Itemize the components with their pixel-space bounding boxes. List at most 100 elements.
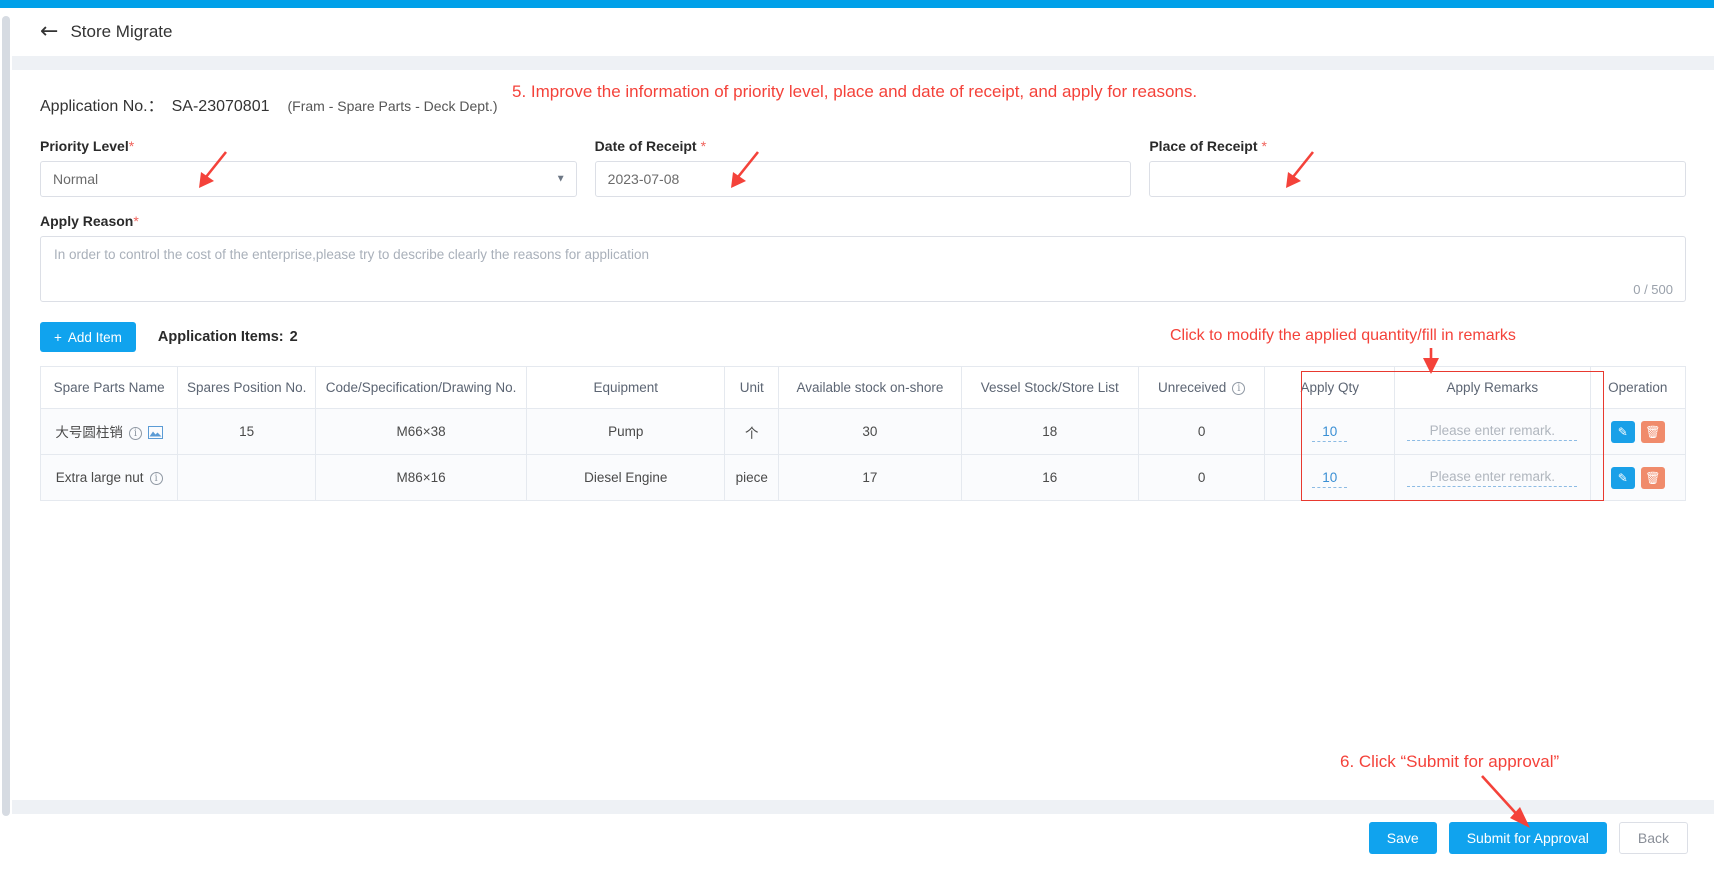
col-equipment[interactable]: Equipment xyxy=(526,366,726,409)
application-items-count-label: Application Items: xyxy=(157,329,284,345)
apply-reason-label: Apply Reason* xyxy=(40,213,1686,229)
col-unit[interactable]: Unit xyxy=(724,366,780,409)
cell-unit: piece xyxy=(724,454,780,501)
back-arrow-icon[interactable]: ← xyxy=(40,21,58,43)
cell-unreceived: 0 xyxy=(1137,408,1266,455)
save-button[interactable]: Save xyxy=(1368,822,1437,854)
annotation-step-5: 5. Improve the information of priority l… xyxy=(512,82,1198,101)
application-number-value: SA-23070801 xyxy=(171,98,270,115)
col-code-spec-drawing-no[interactable]: Code/Specification/Drawing No. xyxy=(315,366,528,409)
table-row[interactable]: 大号圆柱销 i 15 M66×38 Pump 个 30 18 0 10 Plea… xyxy=(39,408,1687,455)
priority-select[interactable]: Normal ▼ xyxy=(40,161,577,197)
cell-spare-parts-name: 大号圆柱销 i xyxy=(39,408,179,455)
back-button[interactable]: Back xyxy=(1618,822,1688,854)
apply-reason-placeholder: In order to control the cost of the ente… xyxy=(54,247,650,262)
date-of-receipt-label-text: Date of Receipt xyxy=(594,138,697,154)
cell-available-stock: 17 xyxy=(778,454,962,501)
trash-icon[interactable]: 🗑 xyxy=(1640,420,1665,443)
add-item-button[interactable]: + Add Item xyxy=(40,322,136,352)
annotation-apply-columns: Click to modify the applied quantity/fil… xyxy=(1170,327,1516,344)
form-row-1: Priority Level* Normal ▼ Date of Receipt… xyxy=(40,138,1687,197)
cell-vessel-stock: 16 xyxy=(960,454,1139,501)
date-of-receipt-input[interactable]: 2023-07-08 xyxy=(594,161,1132,197)
priority-required-mark: * xyxy=(128,138,135,154)
info-icon[interactable]: i xyxy=(1232,381,1246,395)
info-icon[interactable]: i xyxy=(149,471,163,485)
main-panel: Application No.： SA-23070801 (Fram - Spa… xyxy=(12,70,1714,800)
cell-apply-qty[interactable]: 10 xyxy=(1264,454,1396,501)
apply-reason-textarea[interactable]: In order to control the cost of the ente… xyxy=(40,236,1686,302)
row-operation-buttons: ✎ 🗑 xyxy=(1597,466,1679,489)
table-row[interactable]: Extra large nut i M86×16 Diesel Engine pi… xyxy=(39,454,1687,501)
spare-parts-name-value: 大号圆柱销 xyxy=(55,425,123,441)
page-header: ← Store Migrate xyxy=(12,8,1714,56)
cell-available-stock: 30 xyxy=(778,408,962,455)
col-spares-position-no[interactable]: Spares Position No. xyxy=(177,366,317,409)
trash-icon[interactable]: 🗑 xyxy=(1640,466,1665,489)
place-of-receipt-field-group: Place of Receipt * xyxy=(1149,138,1687,197)
apply-reason-field-group: Apply Reason* In order to control the co… xyxy=(40,213,1686,302)
top-accent-bar xyxy=(0,0,1714,8)
cell-unreceived: 0 xyxy=(1137,454,1266,501)
add-item-label: Add Item xyxy=(67,329,122,345)
row-operation-buttons: ✎ 🗑 xyxy=(1597,420,1679,443)
apply-qty-value[interactable]: 10 xyxy=(1312,470,1348,488)
cell-operation: ✎ 🗑 xyxy=(1589,454,1687,501)
application-items-count-value: 2 xyxy=(289,329,298,345)
apply-reason-char-count: 0 / 500 xyxy=(1633,282,1673,297)
cell-spare-parts-name: Extra large nut i xyxy=(39,454,179,501)
pencil-icon[interactable]: ✎ xyxy=(1610,466,1635,489)
image-icon-svg xyxy=(147,425,163,439)
arrow-to-submit-button xyxy=(1481,775,1530,828)
chevron-down-icon[interactable]: ▼ xyxy=(556,174,566,185)
application-number-label: Application No.： xyxy=(40,98,164,115)
header-gap xyxy=(12,56,1714,70)
place-of-receipt-input[interactable] xyxy=(1149,161,1687,197)
cell-apply-remarks[interactable]: Please enter remark. xyxy=(1394,408,1591,455)
priority-label-text: Priority Level xyxy=(40,138,129,154)
application-department: (Fram - Spare Parts - Deck Dept.) xyxy=(287,98,498,114)
place-required-mark: * xyxy=(1261,138,1267,154)
application-items-count: Application Items: 2 xyxy=(158,329,298,345)
cell-equipment: Diesel Engine xyxy=(526,454,726,501)
apply-remarks-placeholder[interactable]: Please enter remark. xyxy=(1407,469,1578,487)
annotation-step-6: 6. Click “Submit for approval” xyxy=(1340,752,1560,771)
date-required-mark: * xyxy=(700,138,707,154)
page-scrollbar-thumb[interactable] xyxy=(2,16,10,816)
left-rail xyxy=(0,8,12,869)
apply-qty-value[interactable]: 10 xyxy=(1312,424,1348,442)
cell-equipment: Pump xyxy=(526,408,726,455)
cell-unit: 个 xyxy=(724,408,780,455)
place-of-receipt-label-text: Place of Receipt xyxy=(1149,138,1258,154)
cell-spares-position-no: 15 xyxy=(177,408,317,455)
col-spare-parts-name[interactable]: Spare Parts Name xyxy=(39,366,179,409)
plus-icon: + xyxy=(54,329,62,345)
apply-reason-label-text: Apply Reason xyxy=(40,213,134,229)
col-available-stock-on-shore[interactable]: Available stock on-shore xyxy=(778,366,962,409)
date-of-receipt-field-group: Date of Receipt * 2023-07-08 xyxy=(594,138,1132,197)
pencil-icon[interactable]: ✎ xyxy=(1610,420,1635,443)
apply-reason-required-mark: * xyxy=(133,213,139,229)
arrow-to-apply-columns xyxy=(1423,348,1439,374)
footer-separator xyxy=(12,800,1714,814)
arrow-to-priority xyxy=(199,151,228,188)
cell-vessel-stock: 18 xyxy=(960,408,1139,455)
col-vessel-stock-store-list[interactable]: Vessel Stock/Store List xyxy=(960,366,1139,409)
cell-spares-position-no xyxy=(177,454,317,501)
col-unreceived[interactable]: Unreceived i xyxy=(1137,366,1266,409)
cell-code: M66×38 xyxy=(315,408,528,455)
col-unreceived-label: Unreceived xyxy=(1158,380,1227,395)
priority-label: Priority Level* xyxy=(40,138,577,154)
cell-apply-qty[interactable]: 10 xyxy=(1264,408,1396,455)
apply-remarks-placeholder[interactable]: Please enter remark. xyxy=(1407,423,1578,441)
table-body: 大号圆柱销 i 15 M66×38 Pump 个 30 18 0 10 Plea… xyxy=(39,408,1687,501)
col-apply-qty[interactable]: Apply Qty xyxy=(1264,366,1396,409)
image-icon[interactable] xyxy=(147,425,163,442)
cell-apply-remarks[interactable]: Please enter remark. xyxy=(1394,454,1591,501)
info-icon[interactable]: i xyxy=(128,427,142,441)
col-operation[interactable]: Operation xyxy=(1589,366,1687,409)
spare-parts-name-value: Extra large nut xyxy=(55,470,144,485)
page-root: ← Store Migrate Application No.： SA-2307… xyxy=(0,0,1714,869)
place-of-receipt-label: Place of Receipt * xyxy=(1149,138,1686,154)
priority-field-group: Priority Level* Normal ▼ xyxy=(40,138,577,197)
